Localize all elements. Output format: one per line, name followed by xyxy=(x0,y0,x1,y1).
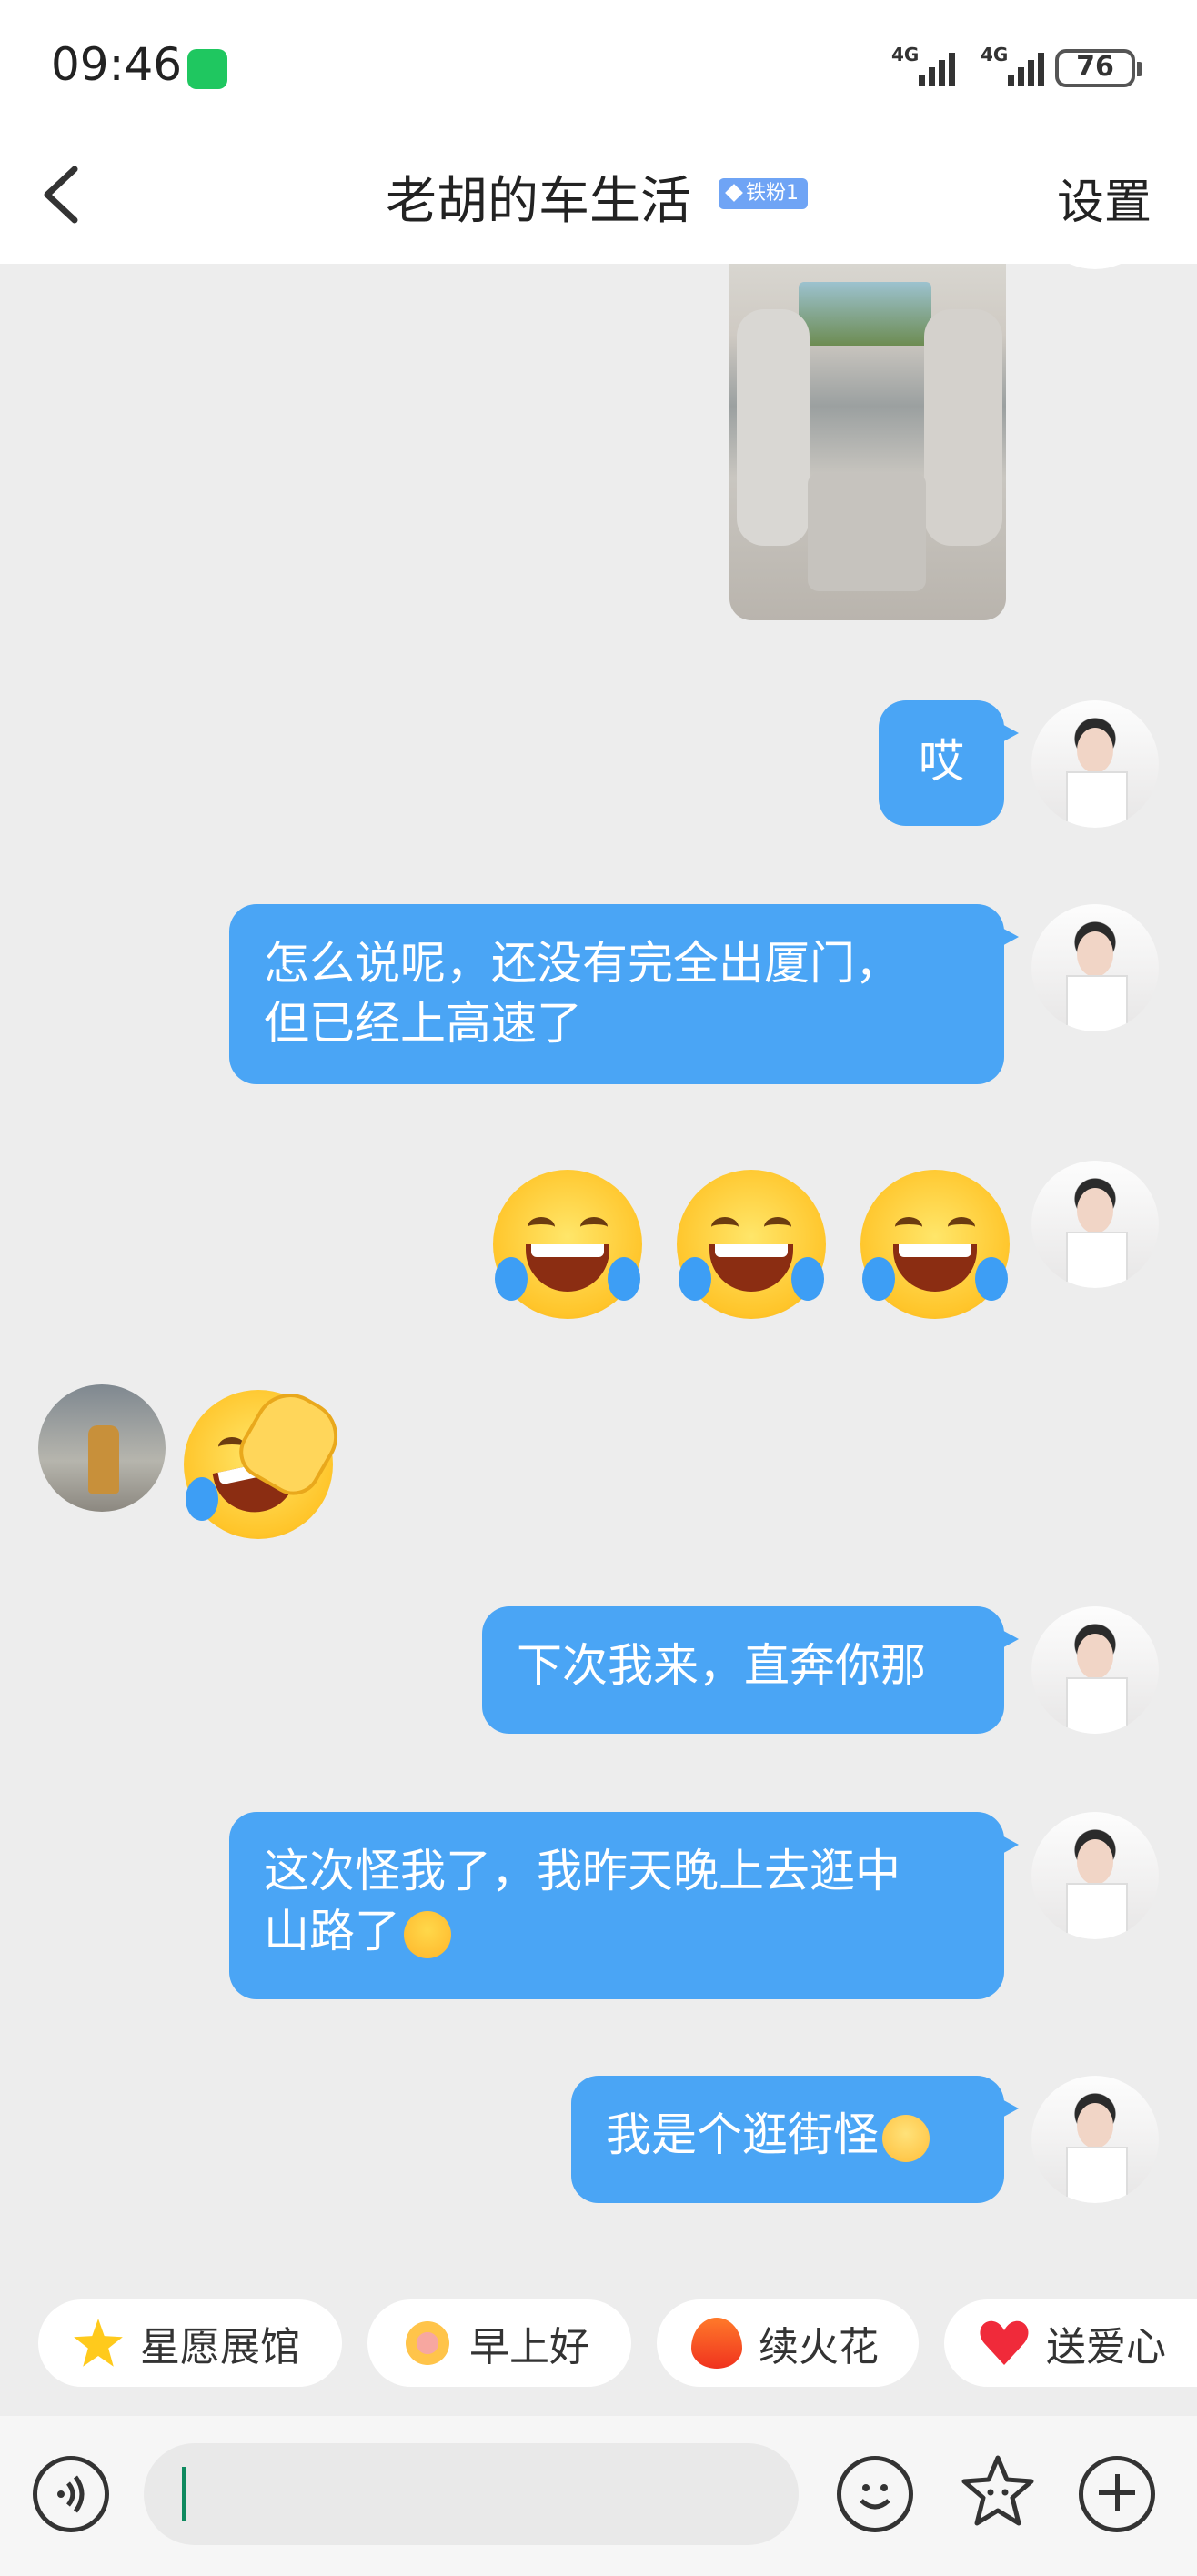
message-input[interactable] xyxy=(144,2443,799,2545)
message-text-line: 怎么说呢，还没有完全出厦门， xyxy=(264,937,900,990)
chat-title-text: 老胡的车生活 xyxy=(386,172,691,231)
plus-icon-v xyxy=(1115,2474,1120,2511)
quick-action-label: 星愿展馆 xyxy=(140,2324,300,2370)
battery-icon: 76 xyxy=(1055,49,1135,87)
emoji-icon[interactable] xyxy=(837,2456,913,2532)
other-user-avatar[interactable] xyxy=(38,1384,166,1512)
sun-icon xyxy=(402,2318,453,2369)
laughing-crying-emoji[interactable] xyxy=(677,1170,826,1319)
network-type: 4G xyxy=(891,44,920,65)
heart-icon xyxy=(979,2318,1030,2369)
message-text-line: 这次怪我了，我昨天晚上去逛中 xyxy=(264,1845,900,1897)
avatar[interactable] xyxy=(1031,1161,1159,1288)
message-text: 下次我来，直奔你那 xyxy=(517,1639,926,1692)
message-text: 哎 xyxy=(919,735,964,788)
avatar[interactable] xyxy=(1031,2076,1159,2203)
crying-emoji xyxy=(404,1910,451,1958)
settings-link[interactable]: 设置 xyxy=(1057,164,1152,232)
photo-content xyxy=(799,282,931,346)
fan-badge-tag: 铁粉1 xyxy=(719,178,808,209)
battery-level: 76 xyxy=(1076,51,1114,83)
fire-icon xyxy=(691,2318,742,2369)
status-time: 09:46 xyxy=(51,38,183,91)
signal-icon: 4G xyxy=(891,44,964,89)
message-bubble[interactable]: 我是个逛街怪 xyxy=(571,2076,1019,2203)
laughing-crying-emoji[interactable] xyxy=(860,1170,1010,1319)
text-cursor xyxy=(182,2467,186,2521)
avatar[interactable] xyxy=(1031,904,1159,1031)
quick-action-label: 送爱心 xyxy=(1046,2324,1166,2370)
laughing-crying-emoji[interactable] xyxy=(493,1170,642,1319)
signal-icon-2: 4G xyxy=(981,44,1053,89)
back-icon[interactable] xyxy=(38,162,89,227)
sticker-icon[interactable] xyxy=(957,2450,1039,2532)
avatar[interactable] xyxy=(1031,1812,1159,1939)
avatar[interactable] xyxy=(1031,700,1159,828)
diamond-icon xyxy=(725,184,743,202)
wechat-icon xyxy=(187,49,227,89)
star-icon xyxy=(74,2319,123,2367)
quick-action-spark[interactable]: 续火花 xyxy=(657,2299,919,2387)
facepalm-laughing-emoji[interactable] xyxy=(184,1380,351,1539)
message-text-line: 山路了 xyxy=(264,1905,400,1957)
avatar[interactable] xyxy=(1031,1606,1159,1734)
quick-action-label: 早上好 xyxy=(469,2324,589,2370)
message-bubble[interactable]: 这次怪我了，我昨天晚上去逛中 山路了 xyxy=(229,1812,1019,1999)
quick-action-label: 续火花 xyxy=(759,2324,879,2370)
message-bubble[interactable]: 怎么说呢，还没有完全出厦门， 但已经上高速了 xyxy=(229,904,1019,1084)
message-text-line: 但已经上高速了 xyxy=(264,997,582,1050)
message-text: 我是个逛街怪 xyxy=(606,2108,879,2161)
network-type-2: 4G xyxy=(981,44,1009,65)
battery-cap xyxy=(1137,62,1142,76)
message-bubble[interactable]: 哎 xyxy=(879,700,1019,826)
voice-icon[interactable] xyxy=(33,2456,109,2532)
teary-smile-emoji xyxy=(882,2114,930,2162)
quick-action-star[interactable]: 星愿展馆 xyxy=(38,2299,342,2387)
message-bubble[interactable]: 下次我来，直奔你那 xyxy=(482,1606,1019,1734)
quick-action-heart[interactable]: 送爱心 xyxy=(944,2299,1197,2387)
quick-action-morning[interactable]: 早上好 xyxy=(367,2299,631,2387)
image-message[interactable] xyxy=(729,264,1006,620)
fan-badge-text: 铁粉1 xyxy=(746,182,799,205)
